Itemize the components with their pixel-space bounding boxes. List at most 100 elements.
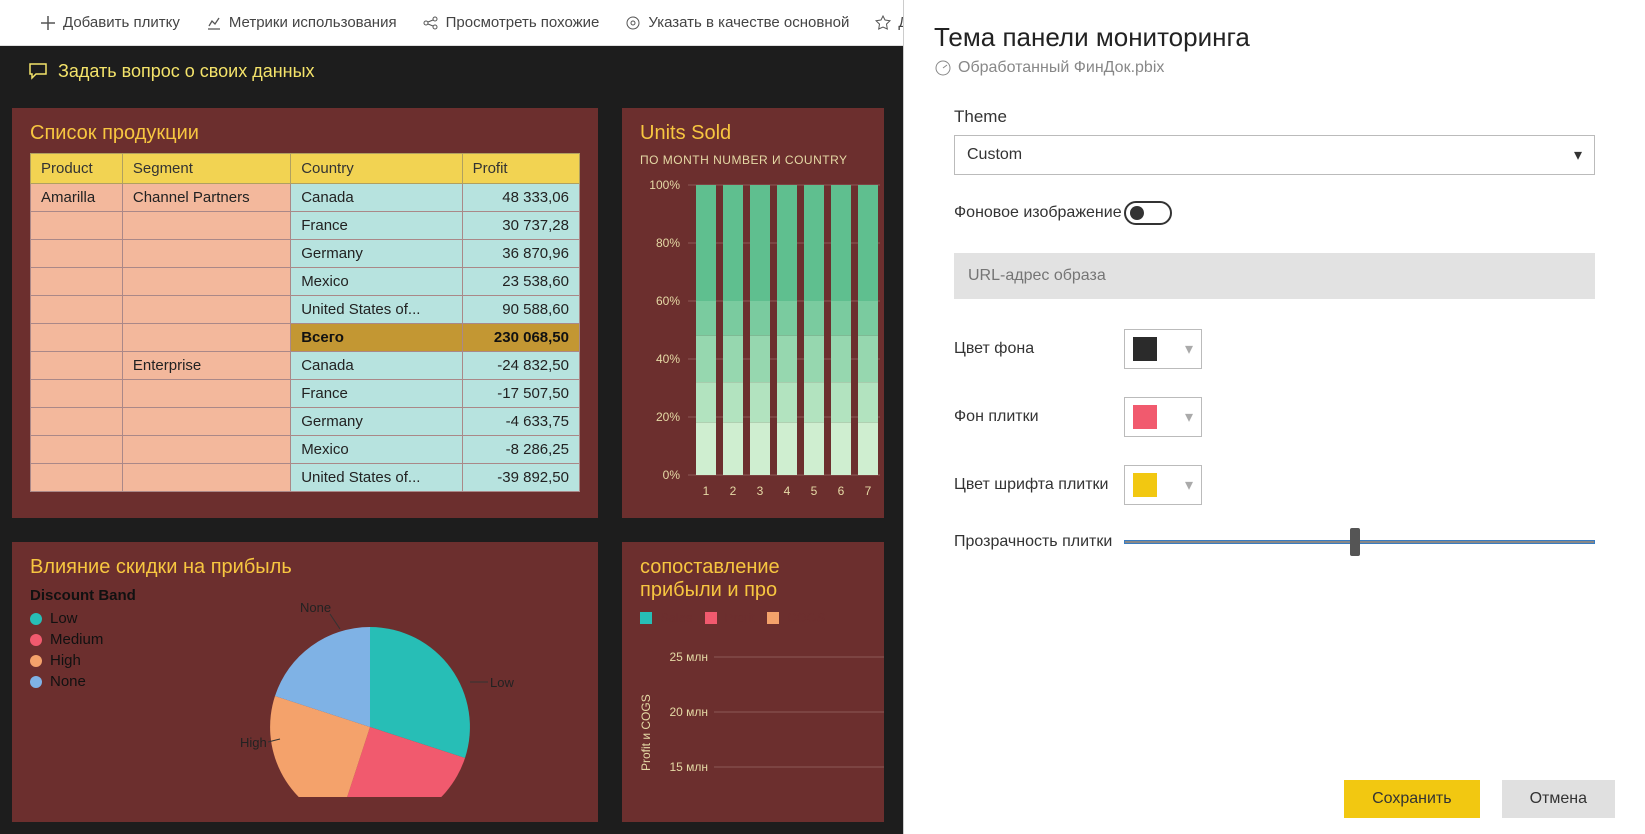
- panel-header: Тема панели мониторинга Обработанный Фин…: [904, 0, 1645, 89]
- add-tile-label: Добавить плитку: [63, 14, 180, 31]
- bg-color-label: Цвет фона: [954, 340, 1124, 358]
- table-header: Segment: [122, 154, 290, 184]
- gauge-icon: [934, 59, 952, 77]
- profit-legend: Sales Profit COGS: [640, 610, 866, 625]
- legend-item[interactable]: None: [30, 673, 180, 690]
- view-related-button[interactable]: Просмотреть похожие: [423, 14, 600, 31]
- table-row[interactable]: France-17 507,50: [31, 380, 580, 408]
- tile-font-picker[interactable]: ▾: [1124, 465, 1202, 505]
- table-row[interactable]: United States of...90 588,60: [31, 296, 580, 324]
- table-cell: [31, 296, 123, 324]
- table-row[interactable]: United States of...-39 892,50: [31, 464, 580, 492]
- stacked-bar-chart: 100%80%60%40%20%0% 1234567: [640, 177, 880, 507]
- view-related-label: Просмотреть похожие: [446, 14, 600, 31]
- tile-opacity-label: Прозрачность плитки: [954, 533, 1124, 551]
- table-row[interactable]: Germany36 870,96: [31, 240, 580, 268]
- panel-title: Тема панели мониторинга: [934, 22, 1615, 53]
- svg-text:15 млн: 15 млн: [669, 760, 708, 774]
- set-featured-button[interactable]: Указать в качестве основной: [625, 14, 849, 31]
- tile4-title: сопоставление прибыли и про: [640, 556, 866, 602]
- table-cell: [31, 436, 123, 464]
- legend-item[interactable]: Medium: [30, 631, 180, 648]
- svg-text:80%: 80%: [656, 236, 680, 250]
- table-cell: -39 892,50: [462, 464, 579, 492]
- theme-panel: Тема панели мониторинга Обработанный Фин…: [903, 0, 1645, 834]
- table-cell: Enterprise: [122, 352, 290, 380]
- cancel-button[interactable]: Отмена: [1502, 780, 1615, 818]
- tile-product-list[interactable]: Список продукции ProductSegmentCountryPr…: [12, 108, 598, 518]
- svg-text:40%: 40%: [656, 352, 680, 366]
- svg-text:4: 4: [784, 484, 791, 498]
- table-cell: 36 870,96: [462, 240, 579, 268]
- tile-discount-impact[interactable]: Влияние скидки на прибыль Discount Band …: [12, 542, 598, 822]
- image-url-input[interactable]: [954, 253, 1595, 299]
- pie-label-high: High: [240, 735, 267, 750]
- discount-legend: Low Medium High None: [30, 610, 180, 690]
- svg-text:0%: 0%: [663, 468, 681, 482]
- bg-color-picker[interactable]: ▾: [1124, 329, 1202, 369]
- svg-text:1: 1: [703, 484, 710, 498]
- add-tile-button[interactable]: Добавить плитку: [40, 14, 180, 31]
- star-icon: [875, 15, 891, 31]
- table-cell: United States of...: [291, 464, 462, 492]
- tile-units-sold[interactable]: Units Sold ПО MONTH NUMBER И COUNTRY 100…: [622, 108, 884, 518]
- chart-icon: [206, 15, 222, 31]
- profit-bar-chart: Profit и COGS 25 млн20 млн15 млн: [640, 631, 884, 821]
- set-featured-label: Указать в качестве основной: [648, 14, 849, 31]
- table-cell: Amarilla: [31, 184, 123, 212]
- tile-profit-compare[interactable]: сопоставление прибыли и про Sales Profit C…: [622, 542, 884, 822]
- svg-text:3: 3: [757, 484, 764, 498]
- table-cell: -17 507,50: [462, 380, 579, 408]
- table-cell: [122, 380, 290, 408]
- product-table: ProductSegmentCountryProfit AmarillaChan…: [30, 153, 580, 492]
- bg-image-toggle[interactable]: [1124, 201, 1172, 225]
- profit-y-axis-label: Profit и COGS: [640, 694, 653, 771]
- table-cell: [122, 436, 290, 464]
- theme-dropdown[interactable]: Custom ▾: [954, 135, 1595, 175]
- legend-swatch: [30, 676, 42, 688]
- table-cell: [31, 380, 123, 408]
- plus-icon: [40, 15, 56, 31]
- usage-metrics-button[interactable]: Метрики использования: [206, 14, 397, 31]
- svg-text:25 млн: 25 млн: [669, 650, 708, 664]
- tile-opacity-slider[interactable]: [1124, 540, 1595, 544]
- legend-item[interactable]: Low: [30, 610, 180, 627]
- table-cell: [31, 212, 123, 240]
- legend-swatch: [640, 612, 652, 624]
- legend-label: Sales: [660, 610, 693, 625]
- legend-label: COGS: [787, 610, 825, 625]
- table-cell: Canada: [291, 184, 462, 212]
- table-row[interactable]: Mexico23 538,60: [31, 268, 580, 296]
- chevron-down-icon: ▾: [1185, 475, 1193, 495]
- save-button[interactable]: Сохранить: [1344, 780, 1480, 818]
- legend-label: Profit: [725, 610, 755, 625]
- legend-label: Medium: [50, 631, 103, 648]
- tile1-title: Список продукции: [30, 122, 580, 145]
- table-cell: [122, 212, 290, 240]
- table-cell: [31, 268, 123, 296]
- table-cell: Germany: [291, 408, 462, 436]
- legend-item[interactable]: High: [30, 652, 180, 669]
- svg-text:60%: 60%: [656, 294, 680, 308]
- chevron-down-icon: ▾: [1574, 145, 1582, 165]
- table-cell: [122, 464, 290, 492]
- related-icon: [423, 15, 439, 31]
- table-row[interactable]: Всего230 068,50: [31, 324, 580, 352]
- svg-text:20%: 20%: [656, 410, 680, 424]
- tile3-title: Влияние скидки на прибыль: [30, 556, 580, 579]
- table-row[interactable]: Germany-4 633,75: [31, 408, 580, 436]
- qa-prompt-text: Задать вопрос о своих данных: [58, 61, 315, 82]
- legend-label: Low: [50, 610, 78, 627]
- table-cell: Всего: [291, 324, 462, 352]
- table-row[interactable]: Mexico-8 286,25: [31, 436, 580, 464]
- tile-font-label: Цвет шрифта плитки: [954, 476, 1124, 494]
- tile-bg-picker[interactable]: ▾: [1124, 397, 1202, 437]
- table-row[interactable]: EnterpriseCanada-24 832,50: [31, 352, 580, 380]
- theme-label: Theme: [954, 107, 1595, 127]
- table-row[interactable]: France30 737,28: [31, 212, 580, 240]
- tile-bg-label: Фон плитки: [954, 408, 1124, 426]
- table-cell: [122, 408, 290, 436]
- pie-label-low: Low: [490, 675, 514, 690]
- legend-swatch: [30, 634, 42, 646]
- table-row[interactable]: AmarillaChannel PartnersCanada48 333,06: [31, 184, 580, 212]
